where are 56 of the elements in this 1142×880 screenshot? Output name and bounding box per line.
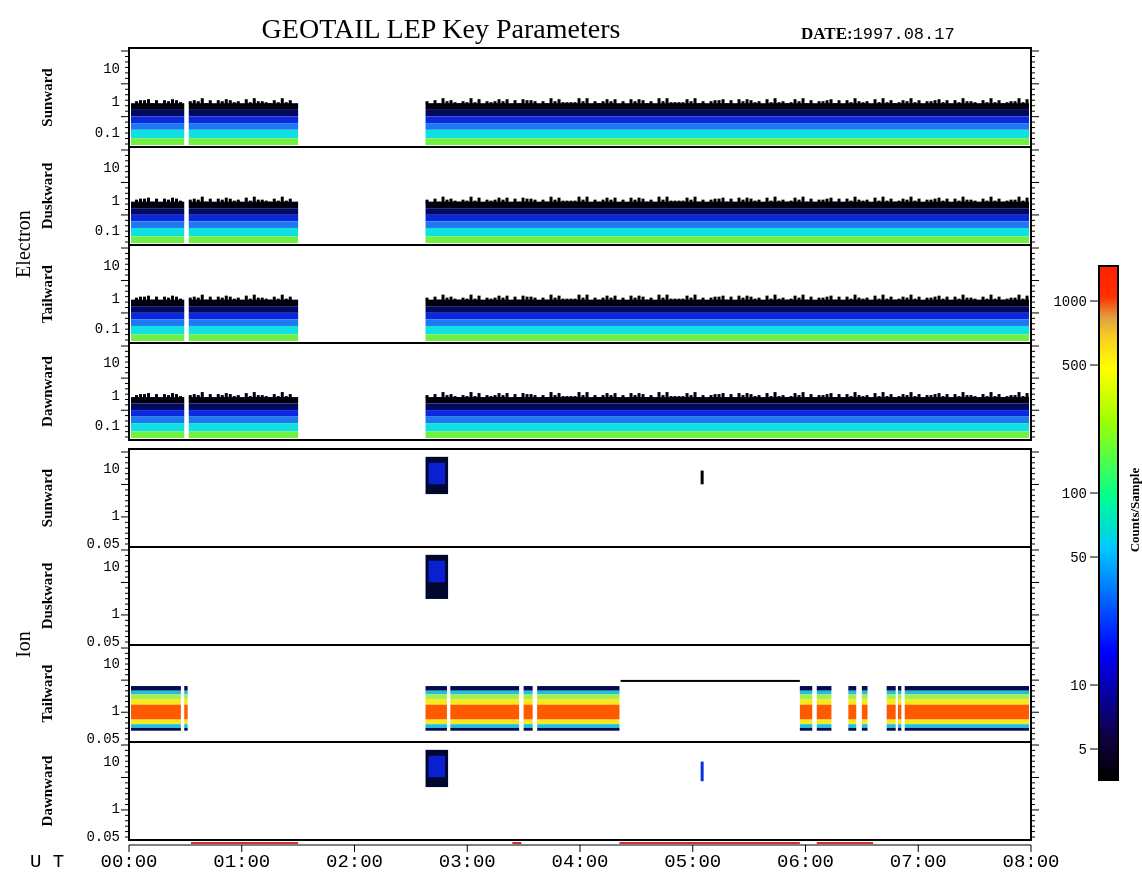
date-label: DATE:1997.08.17	[801, 24, 955, 44]
time-tick-label: 08:00	[1002, 851, 1060, 873]
axis-tick-label: 0.1	[94, 418, 120, 435]
time-tick-label: 02:00	[326, 851, 383, 873]
axis-tick-label: 10	[103, 60, 120, 77]
panel-label: Duskward	[39, 562, 55, 630]
time-tick-label: 05:00	[664, 851, 722, 873]
coverage-marker	[815, 842, 875, 844]
axis-tick-label: 1	[111, 800, 120, 817]
axis-tick-label: 1	[111, 703, 120, 719]
axis-tick-label: 1	[111, 94, 120, 111]
time-tick-label: 00:00	[100, 851, 158, 873]
time-tick-label: 07:00	[889, 851, 947, 873]
axis-tick-label: 1	[111, 388, 120, 405]
spectrogram-drawing	[425, 554, 449, 599]
axis-tick-label: 1	[111, 290, 120, 307]
panel-label: Tailward	[39, 664, 55, 723]
panel-label: Dawnward	[39, 755, 55, 827]
axis-tick-label: 1	[111, 605, 120, 622]
color-scale-tick-label: 1000	[1053, 294, 1087, 310]
color-scale-tick-label: 500	[1061, 358, 1087, 374]
axis-tick-label: 10	[103, 656, 120, 673]
panel-label: Dawnward	[39, 356, 55, 427]
plot-title: GEOTAIL LEP Key Parameters	[261, 13, 621, 44]
color-scale-tick-label: 5	[1078, 742, 1087, 758]
axis-tick-label: 1	[111, 507, 120, 524]
axis-tick-label: 0.05	[86, 536, 120, 553]
axis-tick-label: 0.1	[94, 321, 120, 338]
axis-tick-label: 0.05	[86, 634, 120, 651]
axis-tick-label: 1	[111, 192, 120, 209]
axis-tick-label: 0.05	[86, 731, 120, 748]
axis-tick-label: 0.1	[94, 223, 120, 240]
group-label: Electron	[12, 210, 34, 278]
time-tick-label: 04:00	[551, 851, 609, 873]
group-label: Ion	[12, 631, 34, 658]
color-scale-tick-label: 50	[1070, 550, 1087, 566]
color-scale-tick-label: 100	[1061, 486, 1087, 502]
axis-tick-label: 10	[103, 257, 120, 274]
color-scale-label: Counts/Sample	[1127, 467, 1142, 553]
coverage-marker	[511, 842, 523, 844]
axis-tick-label: 10	[103, 355, 120, 372]
axis-tick-label: 10	[103, 460, 120, 477]
axis-tick-label: 10	[103, 159, 120, 176]
panel-label: Tailward	[39, 265, 55, 323]
panel-label: Duskward	[39, 162, 55, 230]
time-tick-label: 06:00	[777, 851, 834, 873]
time-tick-label: 03:00	[438, 851, 496, 873]
axis-tick-label: 0.05	[86, 829, 120, 846]
time-tick-label: 01:00	[213, 851, 271, 873]
panel-label: Sunward	[39, 68, 55, 127]
color-scale-tick-label: 10	[1070, 678, 1087, 694]
axis-tick-label: 10	[103, 558, 120, 575]
axis-tick-label: 10	[103, 753, 120, 770]
axis-tick-label: 0.1	[94, 125, 120, 142]
panel-label: Sunward	[39, 468, 55, 528]
axis-title: U T	[30, 851, 65, 873]
